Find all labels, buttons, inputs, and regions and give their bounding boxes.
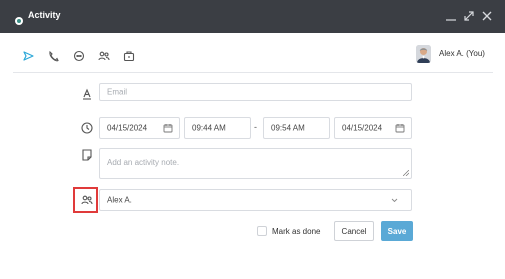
end-time-value: 09:54 AM bbox=[271, 123, 305, 133]
expand-icon[interactable] bbox=[462, 9, 476, 23]
minimize-icon[interactable] bbox=[444, 9, 458, 23]
calendar-icon[interactable] bbox=[395, 123, 405, 133]
chat-icon[interactable] bbox=[72, 49, 86, 63]
assignee-value: Alex A. bbox=[107, 195, 132, 205]
phone-icon[interactable] bbox=[46, 49, 60, 63]
window-title: Activity bbox=[28, 10, 61, 20]
mark-done-checkbox[interactable] bbox=[257, 226, 267, 236]
start-time-field[interactable]: 09:44 AM bbox=[184, 117, 251, 139]
note-textarea[interactable]: Add an activity note. bbox=[99, 148, 412, 179]
chevron-down-icon[interactable] bbox=[390, 196, 399, 205]
header-divider bbox=[13, 72, 493, 73]
end-date-field[interactable]: 04/15/2024 bbox=[334, 117, 412, 139]
close-icon[interactable] bbox=[480, 9, 494, 23]
clock-icon bbox=[80, 121, 94, 135]
avatar[interactable] bbox=[416, 45, 431, 63]
note-placeholder: Add an activity note. bbox=[107, 158, 180, 167]
send-icon[interactable] bbox=[21, 49, 35, 63]
assignee-select[interactable]: Alex A. bbox=[99, 189, 412, 211]
assignee-icon[interactable] bbox=[80, 193, 94, 207]
cancel-button[interactable]: Cancel bbox=[334, 221, 374, 241]
save-button[interactable]: Save bbox=[381, 221, 413, 241]
resize-handle-icon[interactable] bbox=[403, 170, 409, 176]
people-icon[interactable] bbox=[97, 49, 111, 63]
email-field[interactable]: Email bbox=[99, 83, 412, 101]
start-date-field[interactable]: 04/15/2024 bbox=[99, 117, 180, 139]
email-placeholder: Email bbox=[107, 87, 128, 97]
email-icon bbox=[80, 87, 94, 101]
end-date-value: 04/15/2024 bbox=[342, 123, 383, 133]
mark-done-label[interactable]: Mark as done bbox=[272, 227, 320, 236]
time-separator: - bbox=[254, 122, 257, 132]
briefcase-icon[interactable] bbox=[122, 49, 136, 63]
start-date-value: 04/15/2024 bbox=[107, 123, 148, 133]
user-name[interactable]: Alex A. (You) bbox=[439, 49, 485, 58]
title-bar: Activity bbox=[0, 0, 505, 33]
end-time-field[interactable]: 09:54 AM bbox=[263, 117, 330, 139]
note-icon bbox=[80, 148, 94, 162]
start-time-value: 09:44 AM bbox=[192, 123, 226, 133]
calendar-icon[interactable] bbox=[163, 123, 173, 133]
app-logo-icon bbox=[15, 17, 23, 25]
